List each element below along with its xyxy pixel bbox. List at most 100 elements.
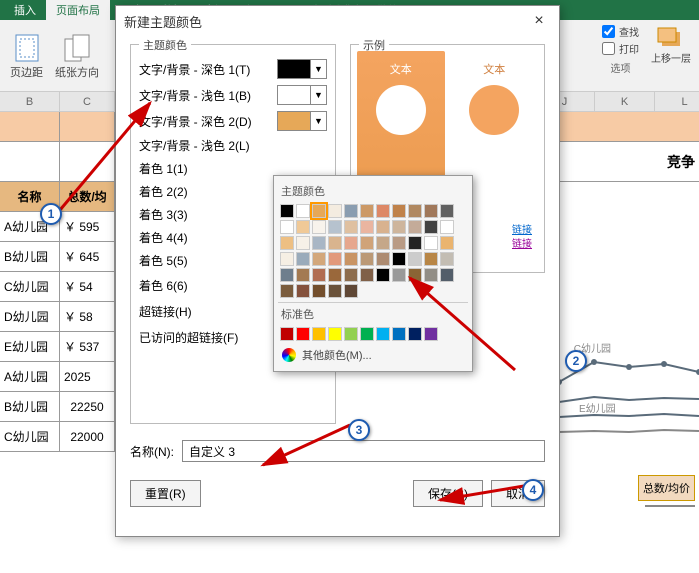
color-swatch[interactable]: ▼ xyxy=(277,59,327,79)
palette-color[interactable] xyxy=(328,327,342,341)
palette-color[interactable] xyxy=(408,252,422,266)
palette-color[interactable] xyxy=(344,284,358,298)
palette-color[interactable] xyxy=(344,236,358,250)
name-input[interactable] xyxy=(182,440,545,462)
palette-color[interactable] xyxy=(280,252,294,266)
palette-color[interactable] xyxy=(408,204,422,218)
palette-color[interactable] xyxy=(312,252,326,266)
palette-color[interactable] xyxy=(440,252,454,266)
header-cell[interactable]: 总数/均 xyxy=(60,182,115,212)
palette-color[interactable] xyxy=(376,204,390,218)
more-colors[interactable]: 其他颜色(M)... xyxy=(278,343,468,367)
palette-color[interactable] xyxy=(328,252,342,266)
palette-color[interactable] xyxy=(392,220,406,234)
palette-color[interactable] xyxy=(392,327,406,341)
palette-color[interactable] xyxy=(328,284,342,298)
col-header[interactable]: K xyxy=(595,92,655,111)
palette-color[interactable] xyxy=(424,220,438,234)
palette-color[interactable] xyxy=(440,268,454,282)
cell[interactable]: ￥ 54 xyxy=(60,272,115,302)
cell[interactable]: ￥ 537 xyxy=(60,332,115,362)
palette-color[interactable] xyxy=(440,236,454,250)
close-button[interactable]: × xyxy=(527,9,551,33)
cell[interactable]: C幼儿园 xyxy=(0,422,60,452)
layer-button[interactable]: 上移一层 xyxy=(651,24,691,65)
options-link[interactable]: 选项 xyxy=(602,58,639,75)
palette-color[interactable] xyxy=(328,236,342,250)
palette-color[interactable] xyxy=(424,327,438,341)
palette-color[interactable] xyxy=(296,236,310,250)
palette-color[interactable] xyxy=(408,236,422,250)
palette-color[interactable] xyxy=(312,327,326,341)
cell[interactable]: 22000 xyxy=(60,422,115,452)
palette-color[interactable] xyxy=(392,204,406,218)
tab-layout[interactable]: 页面布局 xyxy=(46,0,110,20)
palette-color[interactable] xyxy=(328,268,342,282)
palette-color[interactable] xyxy=(408,220,422,234)
palette-color[interactable] xyxy=(376,268,390,282)
palette-color[interactable] xyxy=(296,284,310,298)
palette-color[interactable] xyxy=(280,327,294,341)
palette-color[interactable] xyxy=(376,327,390,341)
palette-color[interactable] xyxy=(344,220,358,234)
palette-color[interactable] xyxy=(312,236,326,250)
palette-color[interactable] xyxy=(328,204,342,218)
color-swatch[interactable]: ▼ xyxy=(277,85,327,105)
palette-color[interactable] xyxy=(312,284,326,298)
palette-color[interactable] xyxy=(360,252,374,266)
reset-button[interactable]: 重置(R) xyxy=(130,480,201,507)
palette-color[interactable] xyxy=(440,220,454,234)
palette-color[interactable] xyxy=(280,204,294,218)
palette-color[interactable] xyxy=(360,327,374,341)
col-header[interactable]: L xyxy=(655,92,699,111)
palette-color[interactable] xyxy=(376,252,390,266)
print-checkbox[interactable]: 打印 xyxy=(602,41,639,56)
cell[interactable]: A幼儿园 xyxy=(0,362,60,392)
palette-color[interactable] xyxy=(360,268,374,282)
palette-color[interactable] xyxy=(440,204,454,218)
col-header[interactable]: C xyxy=(60,92,115,111)
cell[interactable]: ￥ 645 xyxy=(60,242,115,272)
cell[interactable]: C幼儿园 xyxy=(0,272,60,302)
palette-color[interactable] xyxy=(360,204,374,218)
color-swatch[interactable]: ▼ xyxy=(277,111,327,131)
palette-color[interactable] xyxy=(344,327,358,341)
cell[interactable]: B幼儿园 xyxy=(0,242,60,272)
palette-color[interactable] xyxy=(312,204,326,218)
cell[interactable]: D幼儿园 xyxy=(0,302,60,332)
palette-color[interactable] xyxy=(360,220,374,234)
cell[interactable]: E幼儿园 xyxy=(0,332,60,362)
palette-color[interactable] xyxy=(392,268,406,282)
cell[interactable]: 22250 xyxy=(60,392,115,422)
palette-color[interactable] xyxy=(344,204,358,218)
palette-color[interactable] xyxy=(408,268,422,282)
find-checkbox[interactable]: 查找 xyxy=(602,24,639,39)
palette-color[interactable] xyxy=(424,204,438,218)
palette-color[interactable] xyxy=(312,220,326,234)
cell[interactable]: 2025 xyxy=(60,362,115,392)
palette-color[interactable] xyxy=(376,220,390,234)
tab-insert[interactable]: 插入 xyxy=(4,0,46,20)
palette-color[interactable] xyxy=(424,268,438,282)
palette-color[interactable] xyxy=(312,268,326,282)
palette-color[interactable] xyxy=(392,252,406,266)
orientation-button[interactable]: 纸张方向 xyxy=(49,30,105,82)
cell[interactable]: ￥ 58 xyxy=(60,302,115,332)
palette-color[interactable] xyxy=(344,252,358,266)
palette-color[interactable] xyxy=(296,327,310,341)
cell[interactable]: B幼儿园 xyxy=(0,392,60,422)
cell[interactable]: ￥ 595 xyxy=(60,212,115,242)
palette-color[interactable] xyxy=(376,236,390,250)
margins-button[interactable]: 页边距 xyxy=(4,30,49,82)
palette-color[interactable] xyxy=(408,327,422,341)
palette-color[interactable] xyxy=(328,220,342,234)
save-button[interactable]: 保存(S) xyxy=(413,480,483,507)
palette-color[interactable] xyxy=(424,252,438,266)
palette-color[interactable] xyxy=(296,204,310,218)
palette-color[interactable] xyxy=(280,236,294,250)
palette-color[interactable] xyxy=(360,236,374,250)
palette-color[interactable] xyxy=(392,236,406,250)
palette-color[interactable] xyxy=(424,236,438,250)
palette-color[interactable] xyxy=(296,268,310,282)
palette-color[interactable] xyxy=(280,268,294,282)
